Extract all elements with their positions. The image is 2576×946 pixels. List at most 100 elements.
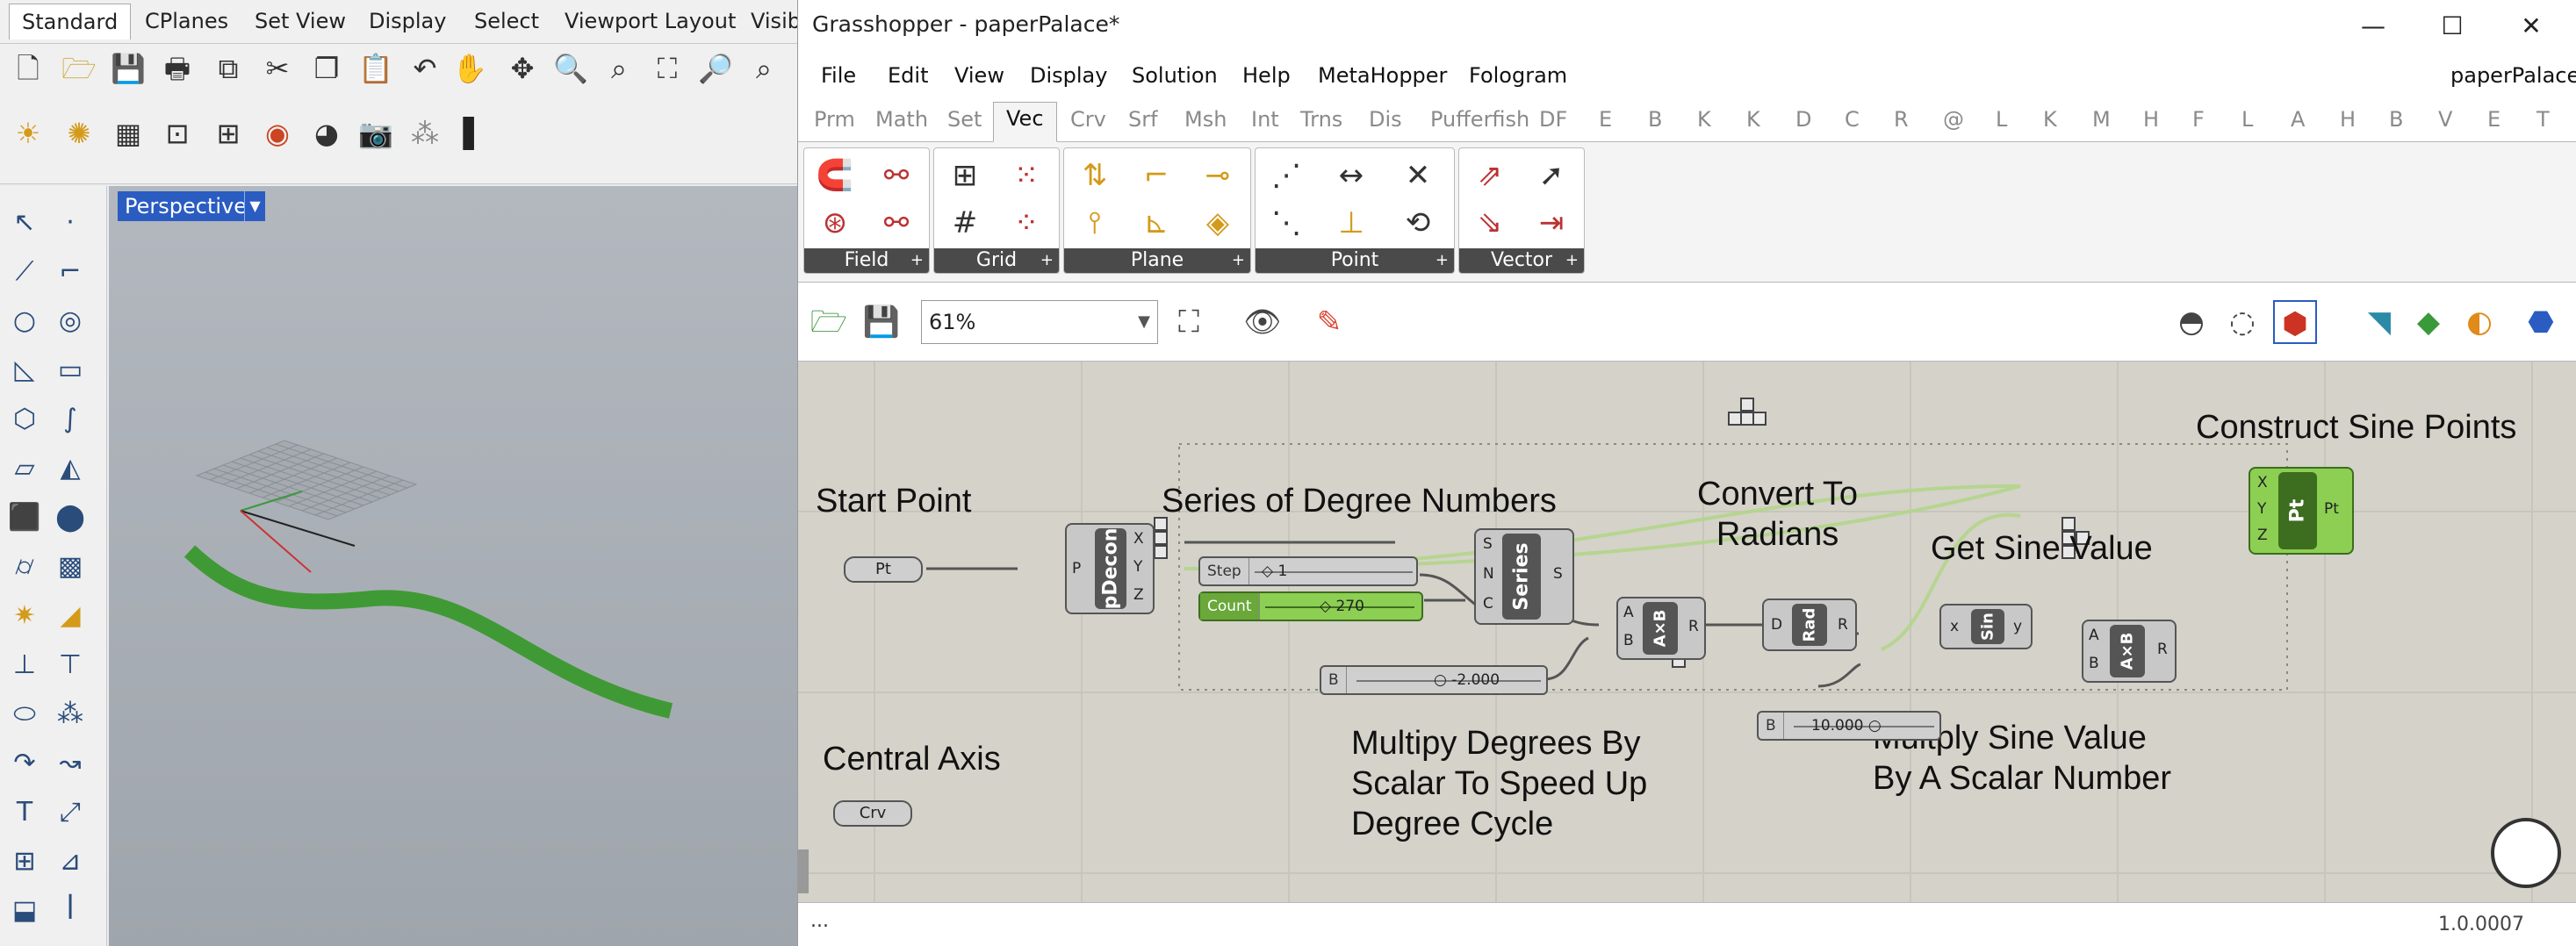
trim-icon[interactable]: ⊥ — [5, 646, 44, 684]
rhino-tab-display[interactable]: Display — [369, 9, 446, 33]
bar-chart-icon[interactable]: ▌ — [457, 116, 492, 151]
series-output-s[interactable]: S — [1553, 565, 1563, 583]
circle-icon[interactable]: ○ — [5, 302, 44, 340]
selected-preview-icon[interactable]: ◆ — [2407, 300, 2450, 344]
b1-slider-value[interactable]: ○ -2.000 — [1434, 667, 1500, 693]
tab-vec[interactable]: Vec — [993, 102, 1057, 142]
close-icon[interactable]: ✕ — [2505, 7, 2558, 46]
sin-input-x[interactable]: x — [1950, 618, 1959, 635]
series-input-n[interactable]: N — [1483, 565, 1494, 583]
grid-square-icon[interactable]: # — [943, 201, 987, 245]
material-icon[interactable]: ◉ — [260, 116, 295, 151]
field-point-icon[interactable]: ⊛ — [813, 201, 857, 245]
ellipse-icon[interactable]: ◎ — [51, 302, 90, 340]
boolean-icon[interactable]: ⁂ — [407, 116, 443, 151]
surface-icon[interactable]: ▱ — [5, 449, 44, 488]
tab-e2[interactable]: E — [2487, 107, 2500, 132]
tab-f[interactable]: F — [2192, 107, 2205, 132]
tab-h2[interactable]: H — [2340, 107, 2356, 132]
pt-input-y[interactable]: Y — [2257, 500, 2266, 518]
step-slider[interactable]: Step ◇ 1 — [1198, 556, 1418, 586]
pdecon-output-x[interactable]: X — [1133, 530, 1144, 548]
sketch-icon[interactable]: ✎ — [1307, 300, 1351, 344]
fillet-icon[interactable]: ↷ — [5, 744, 44, 783]
export-icon[interactable]: ⧉ — [211, 51, 246, 86]
tab-msh[interactable]: Msh — [1184, 107, 1227, 132]
count-slider-value[interactable]: ◇ 270 — [1320, 593, 1364, 620]
grid-random-icon[interactable]: ⁘ — [1004, 201, 1048, 245]
pdecon-component[interactable]: P pDecon X Y Z — [1065, 523, 1155, 614]
select-arrow-icon[interactable]: ↖ — [5, 204, 44, 242]
rhino-tab-select[interactable]: Select — [474, 9, 539, 33]
menu-help[interactable]: Help — [1242, 63, 1291, 88]
canvas-navigator-icon[interactable] — [2491, 818, 2561, 888]
mesh-settings-icon[interactable]: ⬣ — [2519, 300, 2563, 344]
radians-component[interactable]: D Rad R — [1762, 598, 1857, 651]
copy-icon[interactable]: ❐ — [309, 51, 344, 86]
tab-e[interactable]: E — [1599, 107, 1612, 132]
pt-input-x[interactable]: X — [2257, 474, 2268, 491]
sine-curve-geometry[interactable] — [183, 545, 673, 719]
analyze-icon[interactable]: ⊿ — [51, 842, 90, 881]
tab-srf[interactable]: Srf — [1128, 107, 1158, 132]
block-icon[interactable]: ⬓ — [5, 892, 44, 930]
menu-metahopper[interactable]: MetaHopper — [1318, 63, 1447, 88]
tab-a[interactable]: A — [2291, 107, 2305, 132]
rhino-tab-viewport-layout[interactable]: Viewport Layout — [565, 9, 736, 33]
box-icon[interactable]: ⬛ — [5, 498, 44, 537]
zoom-extents-icon[interactable]: ⛶ — [1167, 300, 1211, 344]
tab-b2[interactable]: B — [2389, 107, 2403, 132]
save-file-icon[interactable]: 💾 — [860, 300, 903, 344]
tab-m[interactable]: M — [2092, 107, 2111, 132]
b2-slider-value[interactable]: 10.000 ○ — [1811, 713, 1882, 739]
render-settings-icon[interactable]: ✺ — [61, 116, 97, 151]
b1-slider[interactable]: B ○ -2.000 — [1320, 665, 1548, 695]
panel-vector-label[interactable]: Vector + — [1459, 248, 1584, 273]
tab-set[interactable]: Set — [947, 107, 982, 132]
construct-point-component[interactable]: X Y Z Pt Pt — [2249, 467, 2354, 555]
preview-off-icon[interactable]: ◓ — [2169, 300, 2213, 344]
tab-pufferfish[interactable]: Pufferfish — [1430, 107, 1529, 132]
panel-field-label[interactable]: Field + — [804, 248, 929, 273]
plane-xy-icon[interactable]: ⌐ — [1134, 154, 1178, 197]
plane-align-icon[interactable]: ⇅ — [1073, 154, 1117, 197]
save-icon[interactable]: 💾 — [111, 51, 146, 86]
menu-view[interactable]: View — [954, 63, 1004, 88]
camera-icon[interactable]: 📷 — [358, 116, 393, 151]
extrude-icon[interactable]: ◭ — [51, 449, 90, 488]
offset-icon[interactable]: ↝ — [51, 744, 90, 783]
panel-grid-label[interactable]: Grid + — [934, 248, 1059, 273]
polygon-icon[interactable]: ⬡ — [5, 400, 44, 439]
array-icon[interactable]: ⊞ — [5, 842, 44, 881]
menu-display[interactable]: Display — [1030, 63, 1107, 88]
plane-normal-icon[interactable]: ⊸ — [1196, 154, 1240, 197]
tab-prm[interactable]: Prm — [814, 107, 855, 132]
rhino-tab-visibility[interactable]: Visib — [751, 9, 797, 33]
grid-snap-icon[interactable]: ꟾ — [51, 892, 90, 930]
dimension-icon[interactable]: ⤢ — [51, 793, 90, 832]
point-closest-icon[interactable]: ✕ — [1396, 154, 1440, 197]
tab-k[interactable]: K — [1697, 107, 1711, 132]
plane-xy2-icon[interactable]: ⫯ — [1073, 201, 1117, 245]
tab-h[interactable]: H — [2143, 107, 2159, 132]
tab-l[interactable]: L — [1996, 107, 2007, 132]
sun-icon[interactable]: ☀ — [11, 116, 46, 151]
vector-amplitude-icon[interactable]: ⇥ — [1529, 201, 1573, 245]
zoom-select[interactable]: 61% ▼ — [921, 300, 1158, 344]
point-decompose-icon[interactable]: ⋱ — [1264, 201, 1308, 245]
point-icon[interactable]: · — [51, 204, 90, 242]
cylinder-icon[interactable]: ⌭ — [5, 548, 44, 586]
point-project-icon[interactable]: ⊥ — [1329, 201, 1373, 245]
tab-b[interactable]: B — [1648, 107, 1662, 132]
pt-param-node[interactable]: Pt — [844, 556, 923, 583]
pt-output-pt[interactable]: Pt — [2324, 500, 2339, 518]
b2-slider[interactable]: B 10.000 ○ — [1757, 711, 1941, 741]
perspective-viewport[interactable]: Perspective ▼ — [109, 186, 797, 946]
series-input-s[interactable]: S — [1483, 535, 1493, 553]
zoom-extents-all-icon[interactable]: ⌕ — [746, 51, 781, 86]
document-preview-icon[interactable]: ◐ — [2457, 300, 2501, 344]
zoom-selected-icon[interactable]: 🔎 — [698, 51, 733, 86]
rectangle-icon[interactable]: ▭ — [51, 351, 90, 390]
visibility-eye-icon[interactable]: ◕ — [309, 116, 344, 151]
cut-icon[interactable]: ✂ — [260, 51, 295, 86]
